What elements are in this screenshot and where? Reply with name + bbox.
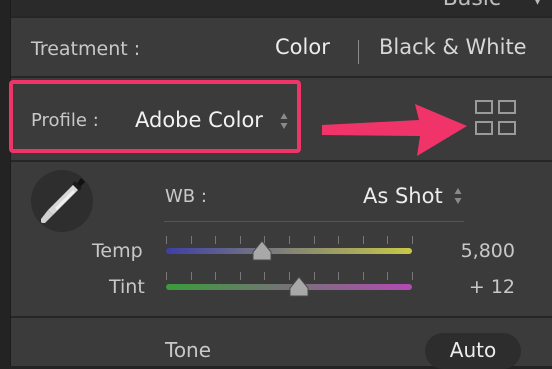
profile-select[interactable]: Adobe Color	[135, 108, 263, 132]
up-down-stepper-icon[interactable]	[280, 112, 288, 130]
wb-underline	[164, 221, 464, 222]
slider-tick	[264, 272, 265, 280]
tone-label: Tone	[165, 338, 212, 362]
tint-label: Tint	[109, 276, 145, 298]
temp-ticks	[166, 236, 413, 246]
wb-select[interactable]: As Shot	[363, 184, 443, 208]
tint-slider-thumb[interactable]	[288, 276, 310, 298]
tint-value[interactable]: + 12	[425, 276, 515, 298]
divider	[11, 76, 552, 78]
slider-tick	[166, 236, 167, 244]
slider-tick	[166, 272, 167, 280]
slider-tick	[412, 272, 413, 280]
wb-label: WB :	[165, 186, 207, 207]
slider-tick	[240, 236, 241, 244]
slider-tick	[240, 272, 241, 280]
annotation-arrow-icon	[322, 104, 467, 156]
panel-header[interactable]: Basic ▾	[11, 0, 552, 16]
treatment-divider	[358, 40, 359, 64]
slider-tick	[289, 236, 290, 244]
basic-panel: Basic ▾ Treatment : Color Black & White …	[9, 0, 552, 369]
slider-tick	[314, 236, 315, 244]
slider-tick	[338, 236, 339, 244]
treatment-bw-option[interactable]: Black & White	[379, 35, 527, 59]
panel-title: Basic	[443, 0, 501, 11]
slider-tick	[191, 272, 192, 280]
slider-tick	[338, 272, 339, 280]
profile-label: Profile :	[31, 110, 99, 131]
slider-tick	[412, 236, 413, 244]
auto-tone-button[interactable]: Auto	[425, 333, 521, 369]
slider-tick	[387, 272, 388, 280]
triangle-down-icon[interactable]: ▾	[532, 0, 543, 11]
slider-tick	[215, 272, 216, 280]
slider-tick	[314, 272, 315, 280]
divider	[11, 160, 552, 162]
slider-tick	[191, 236, 192, 244]
temp-value[interactable]: 5,800	[425, 240, 515, 262]
slider-tick	[215, 236, 216, 244]
eyedropper-button[interactable]	[31, 170, 93, 232]
temp-label: Temp	[92, 240, 143, 262]
divider	[11, 16, 552, 18]
treatment-label: Treatment :	[31, 38, 141, 60]
slider-tick	[363, 236, 364, 244]
eyedropper-icon	[41, 178, 85, 223]
temp-slider-thumb[interactable]	[251, 240, 273, 262]
treatment-color-option[interactable]: Color	[275, 35, 330, 59]
grid-icon[interactable]	[475, 100, 517, 136]
temp-slider-track[interactable]	[166, 248, 412, 254]
slider-tick	[387, 236, 388, 244]
slider-tick	[363, 272, 364, 280]
divider	[11, 316, 552, 318]
up-down-stepper-icon[interactable]	[454, 187, 462, 205]
